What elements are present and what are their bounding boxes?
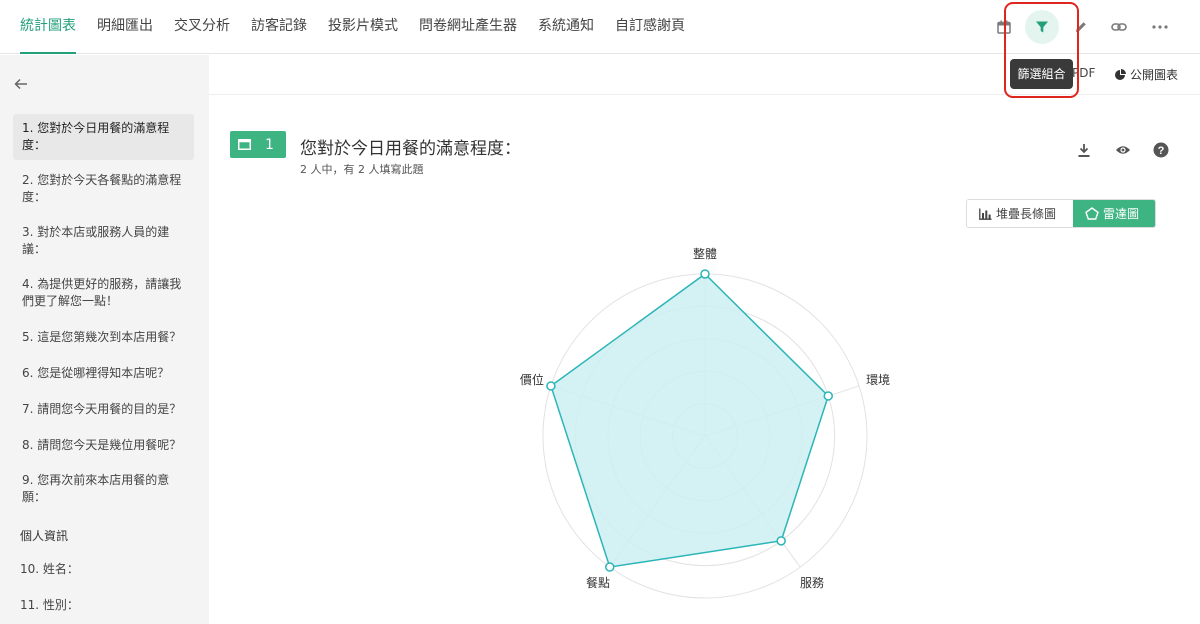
question-response-count: 2 人中，有 2 人填寫此題 [300,163,424,176]
sidebar-question-9[interactable]: 9. 您再次前來本店用餐的意願： [13,466,194,512]
sidebar-question-6[interactable]: 6. 您是從哪裡得知本店呢？ [13,359,194,388]
chart-type-toggle: 堆疊長條圖 雷達圖 [966,199,1156,228]
sidebar-question-11[interactable]: 11. 性別： [11,591,192,620]
window-icon [238,139,251,150]
arrow-left-icon[interactable] [14,75,28,94]
tab-statistics-charts[interactable]: 統計圖表 [20,0,76,54]
radar-chart-button[interactable]: 雷達圖 [1073,200,1155,227]
tab-slideshow-mode[interactable]: 投影片模式 [328,0,398,54]
radar-data-point [605,562,615,572]
help-icon[interactable]: ? [1152,141,1170,159]
radar-data-point [776,536,786,546]
filter-tooltip: 篩選組合 [1010,59,1073,89]
radar-data-point [546,381,556,391]
more-icon[interactable] [1143,10,1177,44]
pentagon-icon [1085,207,1099,220]
sidebar-question-10[interactable]: 10. 姓名： [11,555,192,584]
public-chart-label: 公開圖表 [1130,68,1179,82]
eye-icon[interactable] [1114,141,1132,159]
question-number: 1 [265,136,274,153]
sidebar-question-4[interactable]: 4. 為提供更好的服務，請讓我們更了解您一點！ [13,270,194,316]
sidebar-question-5[interactable]: 5. 這是您第幾次到本店用餐？ [13,323,194,352]
tab-system-notifications[interactable]: 系統通知 [538,0,594,54]
radar-chart-label: 雷達圖 [1103,207,1140,221]
tab-detail-export[interactable]: 明細匯出 [97,0,153,54]
tab-custom-thank-you[interactable]: 自訂感謝頁 [615,0,685,54]
download-icon[interactable] [1075,141,1093,159]
stacked-bar-label: 堆疊長條圖 [996,207,1057,221]
sidebar-question-3[interactable]: 3. 對於本店或服務人員的建議： [13,218,194,264]
question-title: 您對於今日用餐的滿意程度： [300,139,521,159]
tab-cross-analysis[interactable]: 交叉分析 [174,0,230,54]
radar-chart: 整體環境服務 餐點 價位 [520,246,890,599]
stacked-bar-button[interactable]: 堆疊長條圖 [967,200,1073,227]
pie-chart-icon [1115,68,1126,80]
radar-axis-label: 環境 [866,372,890,387]
pencil-icon[interactable] [1064,10,1098,44]
public-chart-button[interactable]: 公開圖表 [1114,66,1178,83]
sidebar-question-8[interactable]: 8. 請問您今天是幾位用餐呢？ [13,431,194,460]
filter-icon[interactable] [1025,10,1059,44]
radar-axis-label: 服務 [800,576,824,590]
calendar-icon[interactable] [987,10,1021,44]
sidebar-question-2[interactable]: 2. 您對於今天各餐點的滿意程度： [13,166,194,212]
radar-axis-label: 價位 [520,372,544,387]
tab-visitor-records[interactable]: 訪客記錄 [251,0,307,54]
radar-axis-label: 餐點 [586,575,610,590]
top-navigation: 統計圖表 明細匯出 交叉分析 訪客記錄 投影片模式 問卷網址產生器 系統通知 自… [0,0,1200,54]
link-icon[interactable] [1102,10,1136,44]
section-title-personal-info: 個人資訊 [20,529,69,543]
pdf-export-link[interactable]: PDF [1072,66,1095,80]
tab-url-generator[interactable]: 問卷網址產生器 [419,0,517,54]
radar-data-point [823,391,834,401]
radar-data-point [700,269,710,279]
sidebar-question-1[interactable]: 1. 您對於今日用餐的滿意程度： [13,114,194,160]
bar-chart-icon [979,208,992,220]
svg-text:?: ? [1158,145,1165,157]
radar-series-area [550,273,830,568]
radar-axis-label: 整體 [693,246,717,261]
sidebar-question-7[interactable]: 7. 請問您今天用餐的目的是？ [13,395,194,424]
question-number-badge: 1 [230,131,286,158]
